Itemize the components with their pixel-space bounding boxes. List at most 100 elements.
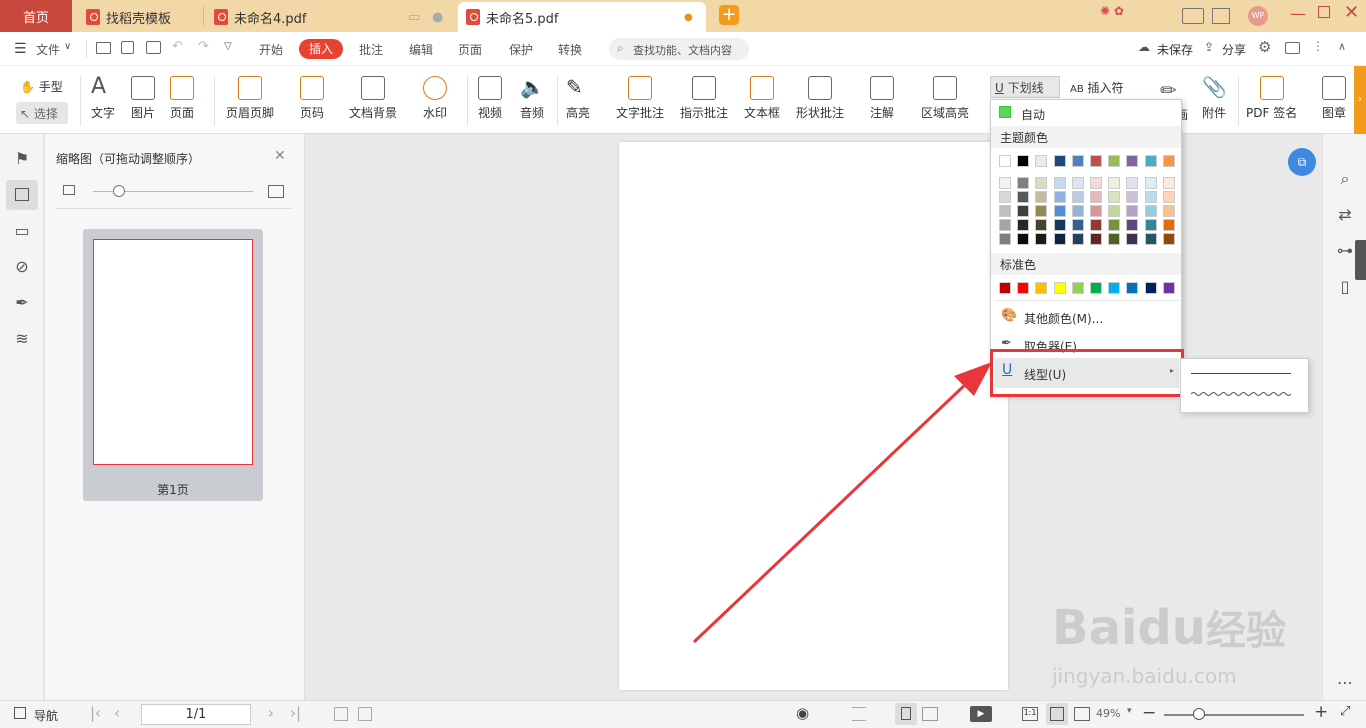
maximize-icon[interactable] xyxy=(1318,6,1330,18)
large-image-icon[interactable] xyxy=(268,185,284,198)
single-page-icon[interactable] xyxy=(895,703,917,725)
page-input[interactable]: 1/1 xyxy=(141,704,251,725)
back-icon[interactable] xyxy=(334,707,348,721)
share-button[interactable]: 分享 xyxy=(1222,41,1246,58)
color-swatch[interactable] xyxy=(1090,177,1102,189)
attach-button[interactable]: 📎 附件 xyxy=(1202,76,1227,121)
color-swatch[interactable] xyxy=(1071,191,1084,203)
watermark-button[interactable]: 水印 xyxy=(423,76,447,121)
nav-icon[interactable] xyxy=(14,707,26,719)
prev-page-icon[interactable]: ‹ xyxy=(114,704,120,722)
color-swatch[interactable] xyxy=(1126,219,1139,231)
search-doc-icon[interactable]: ⌕ xyxy=(1335,170,1355,188)
color-swatch[interactable] xyxy=(1108,205,1121,217)
color-swatch[interactable] xyxy=(1017,219,1030,231)
tab-comment[interactable]: 批注 xyxy=(359,41,383,58)
audio-button[interactable]: 🔈 音频 xyxy=(520,76,545,121)
tab-start[interactable]: 开始 xyxy=(259,41,283,58)
collapse-ribbon-icon[interactable]: ∧ xyxy=(1338,40,1346,53)
hamburger-icon[interactable]: ☰ xyxy=(14,41,27,57)
shape-note-button[interactable]: 形状批注 xyxy=(796,76,844,121)
ribbon-scroll-right-icon[interactable]: › xyxy=(1354,66,1366,134)
window-layout-icon[interactable] xyxy=(1182,8,1204,24)
color-swatch[interactable] xyxy=(1108,282,1121,294)
color-swatch[interactable] xyxy=(1035,233,1048,245)
color-swatch[interactable] xyxy=(1071,177,1084,189)
color-swatch[interactable] xyxy=(1053,282,1066,294)
last-page-icon[interactable]: ›| xyxy=(290,704,301,722)
color-swatch[interactable] xyxy=(1053,219,1066,231)
underline-button[interactable]: U 下划线 xyxy=(990,76,1060,98)
attachment-icon[interactable]: ⊘ xyxy=(12,258,32,276)
insert-page-button[interactable]: 页面 xyxy=(170,76,194,121)
fit-page-icon[interactable] xyxy=(1046,703,1068,725)
forward-icon[interactable] xyxy=(358,707,372,721)
color-swatch[interactable] xyxy=(999,219,1011,231)
page-number-button[interactable]: 页码 xyxy=(300,76,324,121)
play-icon[interactable]: ▶ xyxy=(970,706,992,722)
hand-tool[interactable]: ✋ 手型 xyxy=(20,78,63,95)
color-swatch[interactable] xyxy=(1108,233,1121,245)
color-swatch[interactable] xyxy=(1090,191,1102,203)
actual-size-icon[interactable]: 1:1 xyxy=(1022,707,1038,721)
signature-icon[interactable]: ✒ xyxy=(12,294,32,312)
zoom-slider-handle[interactable] xyxy=(1193,708,1205,720)
auto-color-option[interactable]: 自动 xyxy=(1021,106,1045,123)
fullscreen-icon[interactable]: ⤢ xyxy=(1340,704,1350,719)
fit-width-icon[interactable] xyxy=(1074,707,1090,721)
solid-line-option[interactable] xyxy=(1191,373,1291,374)
double-page-icon[interactable] xyxy=(922,707,938,721)
video-button[interactable]: 视频 xyxy=(478,76,502,121)
color-swatch[interactable] xyxy=(999,205,1011,217)
more-colors-option[interactable]: 其他颜色(M)... xyxy=(1024,310,1103,327)
insert-symbol-button[interactable]: AB 插入符 xyxy=(1070,79,1124,96)
color-swatch[interactable] xyxy=(1035,177,1048,189)
insert-image-button[interactable]: 图片 xyxy=(131,76,155,121)
search-input[interactable]: ⌕ 查找功能、文档内容 xyxy=(609,38,749,60)
zoom-dropdown-icon[interactable]: ▾ xyxy=(1127,706,1132,716)
color-swatch[interactable] xyxy=(1126,233,1139,245)
color-swatch[interactable] xyxy=(1090,233,1102,245)
continuous-icon[interactable] xyxy=(852,707,866,721)
color-swatch[interactable] xyxy=(1017,233,1030,245)
color-swatch[interactable] xyxy=(1090,205,1102,217)
next-page-icon[interactable]: › xyxy=(268,704,274,722)
color-swatch[interactable] xyxy=(1144,233,1157,245)
comment-icon[interactable]: ▭ xyxy=(12,222,32,240)
gear-icon[interactable]: ⚙ xyxy=(1258,38,1271,56)
header-footer-button[interactable]: 页眉页脚 xyxy=(226,76,274,121)
zoom-out-icon[interactable]: − xyxy=(1142,703,1156,723)
zoom-in-icon[interactable]: + xyxy=(1314,702,1328,722)
print-icon[interactable] xyxy=(146,41,161,54)
color-swatch[interactable] xyxy=(1162,177,1175,189)
area-highlight-button[interactable]: 区域高亮 xyxy=(921,76,969,121)
color-swatch[interactable] xyxy=(1126,205,1139,217)
auto-color-swatch[interactable] xyxy=(999,106,1011,118)
color-swatch[interactable] xyxy=(1144,155,1157,167)
color-swatch[interactable] xyxy=(1090,282,1102,294)
color-swatch[interactable] xyxy=(1053,177,1066,189)
tab-template[interactable]: 找稻壳模板 xyxy=(78,2,200,32)
annotate-button[interactable]: 注解 xyxy=(870,76,894,121)
new-tab-icon[interactable]: + xyxy=(719,5,739,25)
chevron-down-icon[interactable]: ∨ xyxy=(64,41,71,52)
redo-icon[interactable]: ↷ xyxy=(198,39,209,54)
more-icon[interactable]: ▽ xyxy=(224,41,232,52)
color-swatch[interactable] xyxy=(1108,155,1121,167)
slider-handle[interactable] xyxy=(113,185,125,197)
color-swatch[interactable] xyxy=(1053,233,1066,245)
zoom-level[interactable]: 49% xyxy=(1096,707,1120,720)
select-tool[interactable]: ↖ 选择 xyxy=(16,102,68,124)
read-mode-icon[interactable]: ▯ xyxy=(1335,278,1355,296)
feedback-icon[interactable] xyxy=(1285,42,1300,54)
first-page-icon[interactable]: |‹ xyxy=(90,704,101,722)
color-swatch[interactable] xyxy=(1162,233,1175,245)
color-swatch[interactable] xyxy=(1053,155,1066,167)
color-swatch[interactable] xyxy=(1144,282,1157,294)
color-swatch[interactable] xyxy=(1126,282,1139,294)
color-swatch[interactable] xyxy=(1071,282,1084,294)
layers-icon[interactable]: ≋ xyxy=(12,330,32,348)
wavy-line-option[interactable] xyxy=(1191,391,1291,397)
tab-insert[interactable]: 插入 xyxy=(299,39,343,59)
text-note-button[interactable]: 文字批注 xyxy=(616,76,664,121)
